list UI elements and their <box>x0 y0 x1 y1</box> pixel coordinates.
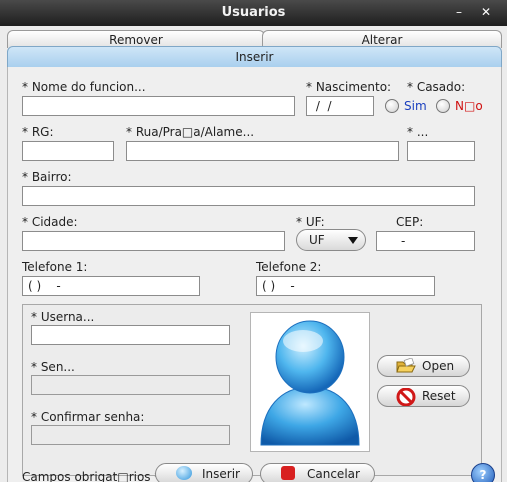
uf-label: * UF: <box>296 215 325 229</box>
telefone2-field[interactable]: ( ) - <box>256 276 435 296</box>
open-label: Open <box>422 359 455 373</box>
senha-field[interactable] <box>31 375 230 395</box>
rua-label: * Rua/Pra□a/Alame... <box>126 125 255 139</box>
help-button[interactable]: ? <box>471 463 495 482</box>
cidade-field[interactable] <box>22 231 285 251</box>
rg-label: * RG: <box>22 125 54 139</box>
close-icon[interactable]: ✕ <box>478 5 494 19</box>
required-fields-note: Campos obrigat□rios * <box>22 470 161 482</box>
radio-sim[interactable] <box>385 99 399 113</box>
telefone2-label: Telefone 2: <box>256 260 322 274</box>
numero-label: * ... <box>407 125 429 139</box>
user-avatar-icon <box>260 320 360 446</box>
usuarios-window: Usuarios – ✕ Remover Alterar Inserir * N… <box>0 0 507 482</box>
user-photo <box>250 312 370 452</box>
cancel-icon <box>281 466 295 480</box>
confirmar-senha-field[interactable] <box>31 425 230 445</box>
cancelar-label: Cancelar <box>307 467 360 481</box>
cancelar-button[interactable]: Cancelar <box>260 463 375 482</box>
inserir-button[interactable]: Inserir <box>155 463 253 482</box>
nascimento-label: * Nascimento: <box>306 80 392 94</box>
bairro-field[interactable] <box>22 186 475 206</box>
nome-field[interactable] <box>22 96 295 116</box>
rg-field[interactable] <box>22 141 114 161</box>
title-bar[interactable]: Usuarios – ✕ <box>0 0 507 26</box>
no-entry-icon <box>396 387 416 412</box>
rua-field[interactable] <box>126 141 399 161</box>
uf-selected-value: UF <box>309 233 325 247</box>
nascimento-field[interactable]: / / <box>306 96 374 116</box>
username-field[interactable] <box>31 325 230 345</box>
telefone1-field[interactable]: ( ) - <box>22 276 200 296</box>
username-label: * Userna... <box>31 310 95 324</box>
casado-label: * Casado: <box>407 80 466 94</box>
reset-label: Reset <box>422 389 456 403</box>
nao-label[interactable]: N□o <box>455 99 483 113</box>
tab-inserir[interactable]: Inserir <box>7 46 502 68</box>
cep-field[interactable]: - <box>376 231 475 251</box>
uf-select[interactable]: UF <box>296 229 366 251</box>
open-button[interactable]: Open <box>377 355 470 377</box>
confirmar-senha-label: * Confirmar senha: <box>31 410 145 424</box>
sim-label[interactable]: Sim <box>404 99 427 113</box>
cidade-label: * Cidade: <box>22 215 78 229</box>
numero-field[interactable] <box>407 141 475 161</box>
minimize-icon[interactable]: – <box>451 5 467 19</box>
bairro-label: * Bairro: <box>22 170 72 184</box>
nome-label: * Nome do funcion... <box>22 80 146 94</box>
folder-open-icon <box>396 357 416 380</box>
radio-nao[interactable] <box>436 99 450 113</box>
inserir-label: Inserir <box>202 467 240 481</box>
window-title: Usuarios <box>221 5 286 20</box>
chevron-down-icon <box>348 237 358 244</box>
reset-button[interactable]: Reset <box>377 385 470 407</box>
senha-label: * Sen... <box>31 360 75 374</box>
telefone1-label: Telefone 1: <box>22 260 88 274</box>
cep-label: CEP: <box>396 215 424 229</box>
user-add-icon <box>176 466 192 480</box>
